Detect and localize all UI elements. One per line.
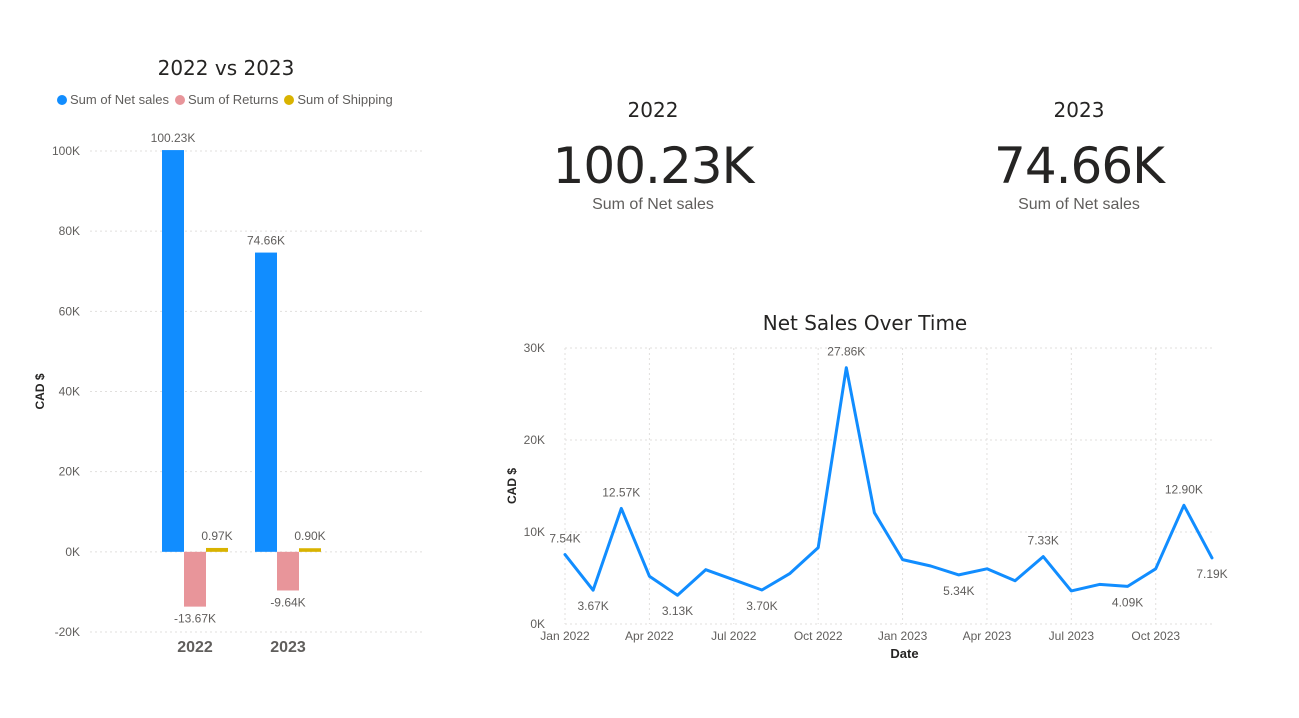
line-data-label: 3.67K [577,599,608,613]
bar-data-label: 100.23K [151,131,196,145]
line-point[interactable] [588,585,598,595]
bar-y-tick-label: 80K [59,224,80,238]
line-data-label: 3.70K [746,599,777,613]
line-data-label: 7.19K [1196,567,1227,581]
kpi-value-2022: 100.23K [552,137,755,195]
line-x-tick-label: Jul 2023 [1049,629,1095,643]
line-data-label: 12.90K [1165,482,1203,496]
line-data-label: 4.09K [1112,595,1143,609]
bar-y-tick-label: 20K [59,465,80,479]
line-point[interactable] [1038,552,1048,562]
bar-y-tick-label: -20K [55,625,80,639]
line-series-0[interactable] [563,366,1214,597]
line-chart-panel: Net Sales Over Time 0K 10K 20K 30K Jan 2022 A… [480,300,1299,718]
line-data-label: 7.33K [1028,534,1059,548]
kpi-label-2022: Sum of Net sales [592,196,714,213]
kpi-value-2023: 74.66K [994,137,1165,195]
line-point[interactable] [1066,586,1076,596]
line-point[interactable] [644,571,654,581]
bar-chart-svg: -20K 0K 20K 40K 60K 80K 100K CAD $ 100.23K -13.67… [33,131,422,656]
bar-2023-series-1[interactable] [277,551,299,591]
line-point[interactable] [701,565,711,575]
bar-2023-series-0[interactable] [255,252,277,552]
bar-y-tick-label: 0K [65,545,80,559]
line-point[interactable] [1207,553,1217,563]
bar-data-label: 74.66K [247,234,285,248]
bar-y-tick-label: 100K [52,144,80,158]
bar-category-label: 2023 [270,639,306,656]
kpi-card-2022: 2022 100.23K Sum of Net sales [552,98,755,214]
kpi-label-2023: Sum of Net sales [1018,196,1140,213]
line-point[interactable] [926,561,936,571]
kpi-card-2023: 2023 74.66K Sum of Net sales [994,98,1165,214]
line-x-tick-label: Apr 2023 [963,629,1012,643]
bar-2022-series-2[interactable] [206,547,228,552]
line-x-tick-label: Oct 2022 [794,629,843,643]
line-point[interactable] [757,585,767,595]
line-y-tick-label: 10K [524,525,545,539]
line-point[interactable] [1010,576,1020,586]
line-point[interactable] [1123,581,1133,591]
line-point[interactable] [673,590,683,600]
bar-data-label: -13.67K [174,612,216,626]
line-y-tick-label: 20K [524,433,545,447]
bar-data-label: 0.90K [294,529,325,543]
line-x-tick-label: Jul 2022 [711,629,757,643]
line-data-label: 12.57K [602,485,640,499]
line-point[interactable] [616,503,626,513]
line-x-axis-title: Date [890,646,918,661]
kpi-year-2023: 2023 [1053,98,1105,122]
bar-y-axis-title: CAD $ [33,373,47,409]
line-point[interactable] [813,543,823,553]
kpi-year-2022: 2022 [627,98,679,122]
bar-2022-series-1[interactable] [184,551,206,607]
line-point[interactable] [954,570,964,580]
line-point[interactable] [841,363,851,373]
line-point[interactable] [1179,500,1189,510]
line-chart-svg: 0K10K20K30KJan 2022 Apr 2022 Jul 2022 Oct 2… [505,341,1228,661]
line-point[interactable] [898,555,908,565]
bar-category-label: 2022 [177,639,213,656]
line-y-axis-title: CAD $ [505,468,519,504]
line-x-tick-label: Jan 2022 [540,629,590,643]
bar-2023-series-2[interactable] [299,548,321,552]
line-point[interactable] [785,568,795,578]
line-point[interactable] [729,575,739,585]
bar-y-tick-label: 60K [59,304,80,318]
line-x-tick-label: Oct 2023 [1131,629,1180,643]
line-x-tick-label: Jan 2023 [878,629,928,643]
line-point[interactable] [869,508,879,518]
bar-data-label: 0.97K [201,529,232,543]
line-data-label: 27.86K [827,345,865,359]
line-data-label: 5.34K [943,584,974,598]
bar-chart-panel: 2022 vs 2023 Sum of Net sales Sum of Ret… [0,0,440,718]
bar-2022-series-0[interactable] [162,150,184,552]
bar-y-tick-label: 40K [59,385,80,399]
line-x-tick-label: Apr 2022 [625,629,674,643]
line-point[interactable] [1151,564,1161,574]
line-y-tick-label: 30K [524,341,545,355]
line-data-label: 3.13K [662,604,693,618]
line-data-label: 7.54K [549,532,580,546]
bar-data-label: -9.64K [270,595,305,609]
line-point[interactable] [560,550,570,560]
line-point[interactable] [1094,579,1104,589]
line-point[interactable] [982,564,992,574]
